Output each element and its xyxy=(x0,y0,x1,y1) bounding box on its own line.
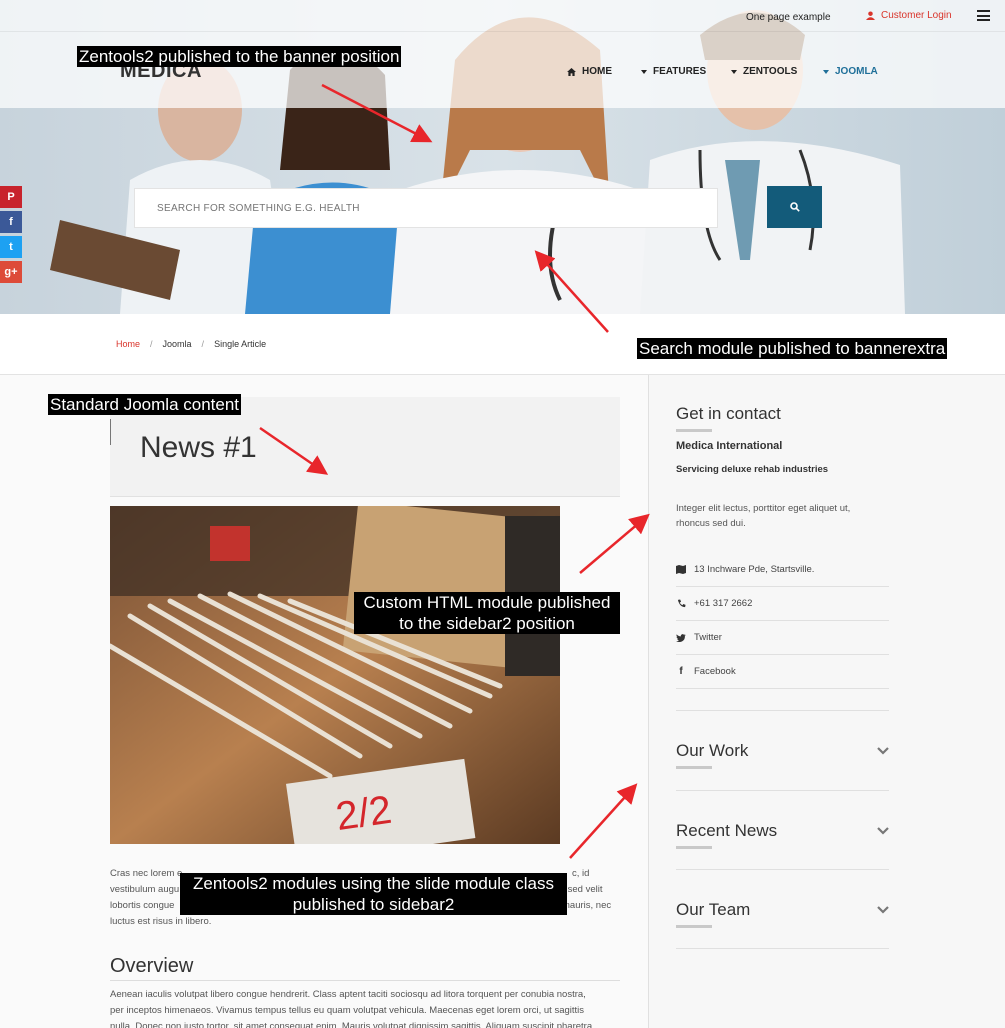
contact-facebook[interactable]: f Facebook xyxy=(676,655,889,689)
contact-phone[interactable]: +61 317 2662 xyxy=(676,587,889,621)
heading-underline xyxy=(676,925,712,928)
section-divider xyxy=(676,710,889,711)
recent-news-heading[interactable]: Recent News xyxy=(676,821,777,841)
annotation-custom-html: Custom HTML module published to the side… xyxy=(354,592,620,634)
nav-features-label: FEATURES xyxy=(653,66,707,77)
search-field xyxy=(134,188,718,228)
contact-address-label: 13 Inchware Pde, Startsville. xyxy=(694,564,815,575)
breadcrumb-separator: / xyxy=(201,339,205,349)
contact-org: Medica International xyxy=(676,440,783,452)
contact-tagline: Servicing deluxe rehab industries xyxy=(676,464,829,475)
menu-hamburger-icon[interactable] xyxy=(977,10,990,21)
annotation-banner: Zentools2 published to the banner positi… xyxy=(77,46,402,67)
annotation-slide-line: published to sidebar2 xyxy=(292,895,455,914)
caret-icon xyxy=(641,69,647,74)
customer-login-label: Customer Login xyxy=(881,10,952,21)
nav-zentools-label: ZENTOOLS xyxy=(743,66,798,77)
one-page-link[interactable]: One page example xyxy=(746,12,831,23)
annotation-slide-line: Zentools2 modules using the slide module… xyxy=(193,874,554,893)
nav-joomla[interactable]: JOOMLA xyxy=(823,66,878,77)
heading-underline xyxy=(676,429,712,432)
our-work-heading[interactable]: Our Work xyxy=(676,741,748,761)
caret-icon xyxy=(731,69,737,74)
facebook-icon: f xyxy=(679,666,683,677)
breadcrumb-separator: / xyxy=(150,339,153,349)
para1-right-line: c, id xyxy=(572,868,590,879)
svg-text:2/2: 2/2 xyxy=(333,788,394,839)
breadcrumb-current: Single Article xyxy=(214,339,267,349)
sidebar: Get in contact Medica International Serv… xyxy=(648,375,1005,1028)
section-divider xyxy=(676,790,889,791)
annotation-custom-line: Custom HTML module published xyxy=(363,593,611,612)
nav-features[interactable]: FEATURES xyxy=(641,66,706,77)
overview-heading: Overview xyxy=(110,955,620,981)
contact-twitter-label: Twitter xyxy=(694,632,722,643)
annotation-slide-modules: Zentools2 modules using the slide module… xyxy=(180,873,567,915)
chevron-down-icon[interactable] xyxy=(877,747,889,755)
para1-line: luctus est risus in libero. xyxy=(110,916,212,927)
contact-phone-label: +61 317 2662 xyxy=(694,598,753,609)
annotation-search: Search module published to bannerextra xyxy=(637,338,948,359)
title-accent xyxy=(110,419,111,445)
section-divider xyxy=(676,948,889,949)
social-share-bar: P f t g+ xyxy=(0,186,22,286)
main-content: News #1 2/2 Cras nec lorem e vestibulum … xyxy=(0,375,648,1028)
heading-underline xyxy=(676,766,712,769)
contact-address: 13 Inchware Pde, Startsville. xyxy=(676,553,889,587)
nav-joomla-label: JOOMLA xyxy=(835,66,878,77)
twitter-icon xyxy=(676,633,686,642)
search-button[interactable] xyxy=(767,186,822,228)
para2-line: nulla. Donec non justo tortor, sit amet … xyxy=(110,1021,593,1028)
caret-icon xyxy=(823,69,829,74)
google-plus-icon[interactable]: g+ xyxy=(0,261,22,283)
phone-icon xyxy=(676,599,686,608)
breadcrumb-joomla[interactable]: Joomla xyxy=(163,339,192,349)
heading-underline xyxy=(676,846,712,849)
our-team-heading[interactable]: Our Team xyxy=(676,900,750,920)
annotation-custom-line: to the sidebar2 position xyxy=(399,614,575,633)
article-paragraph-2: Aenean iaculis volutpat libero congue he… xyxy=(110,987,620,1028)
search-icon xyxy=(789,202,800,212)
contact-heading: Get in contact xyxy=(676,404,781,423)
contact-twitter[interactable]: Twitter xyxy=(676,621,889,655)
pinterest-icon[interactable]: P xyxy=(0,186,22,208)
nav-home[interactable]: HOME xyxy=(567,66,612,77)
customer-login-link[interactable]: Customer Login xyxy=(866,10,952,21)
annotation-content: Standard Joomla content xyxy=(48,394,242,415)
contact-facebook-label: Facebook xyxy=(694,666,736,677)
contact-text: Integer elit lectus, porttitor eget aliq… xyxy=(676,503,851,529)
facebook-icon[interactable]: f xyxy=(0,211,22,233)
para2-line: Aenean iaculis volutpat libero congue he… xyxy=(110,989,586,1000)
breadcrumb-home[interactable]: Home xyxy=(116,339,140,349)
para2-line: per inceptos himenaeos. Vivamus tempus t… xyxy=(110,1005,585,1016)
top-bar: One page example Customer Login xyxy=(0,0,1005,32)
chevron-down-icon[interactable] xyxy=(877,827,889,835)
user-icon xyxy=(866,11,875,20)
article-paragraph-1-right: c, id xyxy=(568,866,628,882)
nav-home-label: HOME xyxy=(582,66,612,77)
twitter-icon[interactable]: t xyxy=(0,236,22,258)
search-input[interactable] xyxy=(135,189,717,227)
home-icon xyxy=(567,67,576,76)
nav-zentools[interactable]: ZENTOOLS xyxy=(731,66,797,77)
map-icon xyxy=(676,565,686,574)
article-image: 2/2 xyxy=(110,506,560,844)
section-divider xyxy=(676,869,889,870)
chevron-down-icon[interactable] xyxy=(877,906,889,914)
article-title: News #1 xyxy=(140,431,257,464)
